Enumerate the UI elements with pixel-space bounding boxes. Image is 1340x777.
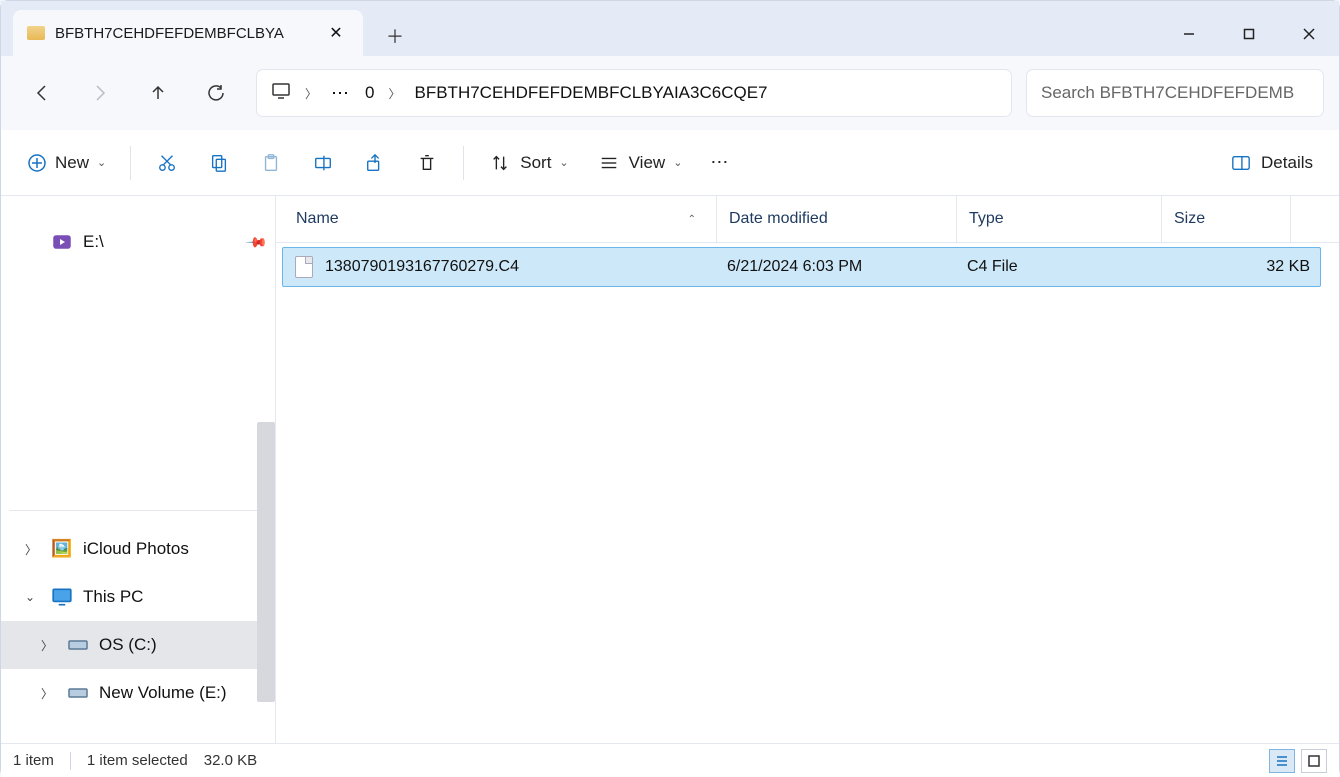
file-row[interactable]: 1380790193167760279.C4 6/21/2024 6:03 PM… (282, 247, 1321, 287)
view-icon (597, 151, 621, 175)
rename-icon (311, 151, 335, 175)
expand-icon[interactable]: 〉 (41, 685, 57, 702)
folder-icon (27, 26, 45, 40)
window-controls (1159, 11, 1339, 56)
sidebar-item-os-c[interactable]: 〉 OS (C:) (1, 621, 275, 669)
column-name[interactable]: Name ⌃ (296, 210, 716, 228)
refresh-button[interactable] (191, 68, 241, 118)
tab-current[interactable]: BFBTH7CEHDFEFDEMBFCLBYA ✕ (13, 10, 363, 56)
copy-icon (207, 151, 231, 175)
chevron-down-icon: ⌄ (559, 156, 568, 169)
sidebar-item-e-drive[interactable]: E:\ 📌 (1, 218, 275, 266)
sidebar-item-icloud[interactable]: 〉 🖼️ iCloud Photos (1, 525, 275, 573)
minimize-button[interactable] (1159, 11, 1219, 56)
status-bar: 1 item 1 item selected 32.0 KB (1, 743, 1339, 777)
photos-icon: 🖼️ (51, 538, 73, 560)
rename-button[interactable] (299, 142, 347, 184)
column-type[interactable]: Type (956, 196, 1161, 242)
file-date: 6/21/2024 6:03 PM (727, 258, 967, 276)
monitor-icon (51, 586, 73, 608)
scissors-icon (155, 151, 179, 175)
chevron-down-icon: ⌄ (97, 156, 106, 169)
chevron-down-icon: ⌄ (673, 156, 682, 169)
share-icon (363, 151, 387, 175)
navbar: 〉 ⋯ 0 〉 BFBTH7CEHDFEFDEMBFCLBYAIA3C6CQE7… (1, 56, 1339, 130)
clipboard-icon (259, 151, 283, 175)
close-button[interactable] (1279, 11, 1339, 56)
back-button[interactable] (17, 68, 67, 118)
column-size[interactable]: Size (1161, 196, 1291, 242)
search-placeholder: Search BFBTH7CEHDFEFDEMB (1041, 83, 1294, 103)
thumbnails-view-toggle[interactable] (1301, 749, 1327, 773)
sidebar-label: New Volume (E:) (99, 683, 227, 703)
file-list: Name ⌃ Date modified Type Size 138079019… (276, 196, 1339, 743)
toolbar: New ⌄ Sort ⌄ View ⌄ ⋯ Details (1, 130, 1339, 196)
scrollbar[interactable] (257, 422, 275, 702)
ellipsis-icon[interactable]: ⋯ (331, 83, 351, 104)
column-date[interactable]: Date modified (716, 196, 956, 242)
paste-button[interactable] (247, 142, 295, 184)
ellipsis-icon: ⋯ (710, 152, 730, 173)
delete-button[interactable] (403, 142, 451, 184)
sort-icon (488, 151, 512, 175)
file-name: 1380790193167760279.C4 (325, 258, 727, 276)
up-button[interactable] (133, 68, 183, 118)
sidebar-item-this-pc[interactable]: ⌄ This PC (1, 573, 275, 621)
drive-icon (67, 634, 89, 656)
expand-icon[interactable]: 〉 (25, 541, 41, 558)
column-headers: Name ⌃ Date modified Type Size (276, 196, 1339, 243)
breadcrumb-segment[interactable]: 0 (365, 83, 374, 103)
new-tab-button[interactable]: ＋ (375, 16, 415, 56)
sidebar-item-new-volume[interactable]: 〉 New Volume (E:) (1, 669, 275, 717)
search-input[interactable]: Search BFBTH7CEHDFEFDEMB (1027, 70, 1323, 116)
cut-button[interactable] (143, 142, 191, 184)
breadcrumb-segment[interactable]: BFBTH7CEHDFEFDEMBFCLBYAIA3C6CQE7 (415, 83, 768, 103)
chevron-right-icon[interactable]: 〉 (305, 85, 317, 102)
navigation-pane: E:\ 📌 〉 🖼️ iCloud Photos ⌄ This PC 〉 OS … (1, 196, 276, 743)
view-label: View (629, 153, 666, 173)
maximize-button[interactable] (1219, 11, 1279, 56)
details-pane-button[interactable]: Details (1217, 142, 1325, 184)
new-label: New (55, 153, 89, 173)
sort-label: Sort (520, 153, 551, 173)
trash-icon (415, 151, 439, 175)
titlebar: BFBTH7CEHDFEFDEMBFCLBYA ✕ ＋ (1, 1, 1339, 56)
sort-button[interactable]: Sort ⌄ (476, 142, 580, 184)
drive-icon (51, 231, 73, 253)
file-size: 32 KB (1172, 258, 1320, 276)
chevron-right-icon[interactable]: 〉 (388, 85, 400, 102)
forward-button[interactable] (75, 68, 125, 118)
details-view-toggle[interactable] (1269, 749, 1295, 773)
drive-icon (67, 682, 89, 704)
file-icon (295, 256, 313, 278)
copy-button[interactable] (195, 142, 243, 184)
sidebar-label: This PC (83, 587, 143, 607)
tab-title: BFBTH7CEHDFEFDEMBFCLBYA (55, 25, 323, 42)
collapse-icon[interactable]: ⌄ (25, 590, 41, 604)
monitor-icon (271, 81, 291, 106)
sidebar-label: E:\ (83, 232, 104, 252)
tab-close-button[interactable]: ✕ (323, 23, 349, 43)
sidebar-label: OS (C:) (99, 635, 157, 655)
item-count: 1 item (13, 752, 54, 769)
pin-icon[interactable]: 📌 (244, 230, 268, 254)
selection-count: 1 item selected (87, 752, 188, 769)
selection-size: 32.0 KB (204, 752, 257, 769)
address-bar[interactable]: 〉 ⋯ 0 〉 BFBTH7CEHDFEFDEMBFCLBYAIA3C6CQE7 (257, 70, 1011, 116)
view-button[interactable]: View ⌄ (585, 142, 695, 184)
file-type: C4 File (967, 258, 1172, 276)
details-label: Details (1261, 153, 1313, 173)
expand-icon[interactable]: 〉 (41, 637, 57, 654)
new-button[interactable]: New ⌄ (15, 142, 118, 184)
main: E:\ 📌 〉 🖼️ iCloud Photos ⌄ This PC 〉 OS … (1, 196, 1339, 743)
share-button[interactable] (351, 142, 399, 184)
sidebar-label: iCloud Photos (83, 539, 189, 559)
sort-indicator-icon: ⌃ (688, 214, 696, 225)
more-button[interactable]: ⋯ (698, 142, 742, 184)
details-pane-icon (1229, 151, 1253, 175)
